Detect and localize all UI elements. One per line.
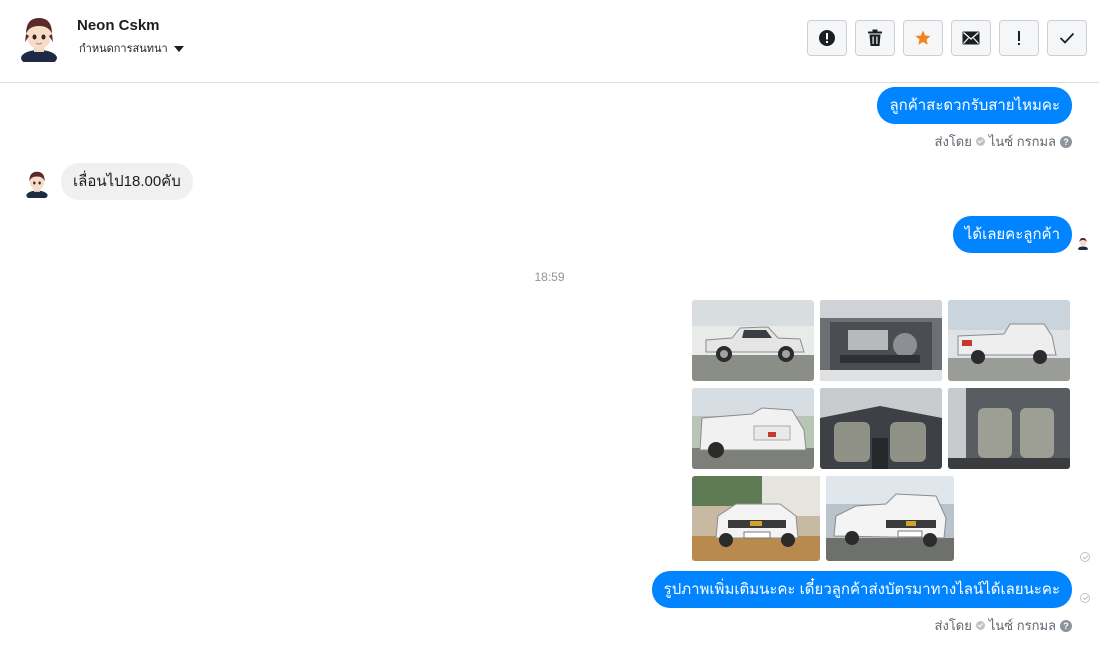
mark-unread-button[interactable] <box>951 20 991 56</box>
agent-name[interactable]: ไนซ์ กรกมล <box>989 131 1056 152</box>
photo-truck-rear <box>948 300 1070 381</box>
sent-check-icon <box>975 621 985 630</box>
star-icon <box>915 30 931 45</box>
photo-interior-front <box>820 388 942 469</box>
help-icon[interactable]: ? <box>1060 135 1072 148</box>
flag-important-button[interactable] <box>999 20 1039 56</box>
seen-avatar-icon <box>1078 237 1088 250</box>
conversation-header: Neon Cskm กำหนดการสนทนา <box>0 0 1099 83</box>
mark-done-button[interactable] <box>1047 20 1087 56</box>
report-spam-button[interactable] <box>807 20 847 56</box>
photo-truck-rear-angle <box>692 388 814 469</box>
outgoing-message[interactable]: ลูกค้าสะดวกรับสายไหมคะ <box>877 87 1072 124</box>
photo-attachment[interactable] <box>820 300 942 381</box>
message-sender-info: ส่งโดย ไนซ์ กรกมล ? <box>935 615 1072 636</box>
contact-avatar[interactable] <box>17 12 61 62</box>
envelope-icon <box>962 31 980 45</box>
delivered-check-icon <box>1080 552 1090 562</box>
photo-attachment[interactable] <box>692 476 820 561</box>
photo-attachment[interactable] <box>692 300 814 381</box>
contact-name[interactable]: Neon Cskm <box>77 17 160 34</box>
message-thread[interactable]: ลูกค้าสะดวกรับสายไหมคะ ส่งโดย ไนซ์ กรกมล… <box>0 84 1099 647</box>
photo-attachment[interactable] <box>692 388 814 469</box>
message-sender-info: ส่งโดย ไนซ์ กรกมล ? <box>935 131 1072 152</box>
alert-circle-icon <box>819 30 835 46</box>
caret-down-icon <box>173 45 184 52</box>
photo-truck-front <box>692 476 820 561</box>
check-icon <box>1059 32 1075 44</box>
sent-by-label: ส่งโดย <box>934 134 972 149</box>
outgoing-message[interactable]: ได้เลยคะลูกค้า <box>952 216 1072 253</box>
agent-name[interactable]: ไนซ์ กรกมล <box>989 615 1056 636</box>
star-button[interactable] <box>903 20 943 56</box>
photo-attachment[interactable] <box>820 388 942 469</box>
outgoing-message[interactable]: รูปภาพเพิ่มเติมนะคะ เดี๋ยวลูกค้าส่งบัตรม… <box>651 571 1072 608</box>
photo-attachment[interactable] <box>948 300 1070 381</box>
help-icon[interactable]: ? <box>1060 619 1072 632</box>
contact-avatar-small[interactable] <box>24 168 50 198</box>
photo-interior-seats <box>948 388 1070 469</box>
sent-by-label: ส่งโดย <box>934 618 972 633</box>
sent-check-icon <box>975 137 985 146</box>
conversation-toolbar <box>807 20 1087 56</box>
delete-button[interactable] <box>855 20 895 56</box>
incoming-message[interactable]: เลื่อนไป18.00คับ <box>61 163 193 200</box>
time-divider: 18:59 <box>534 270 565 284</box>
photo-engine <box>820 300 942 381</box>
trash-icon <box>868 29 882 46</box>
photo-attachment[interactable] <box>948 388 1070 469</box>
exclamation-icon <box>1018 31 1020 45</box>
delivered-check-icon <box>1080 593 1090 603</box>
photo-truck-side <box>692 300 814 381</box>
photo-truck-front-angle <box>826 476 954 561</box>
assign-label: กำหนดการสนทนา <box>79 43 168 55</box>
assign-conversation-dropdown[interactable]: กำหนดการสนทนา <box>79 39 184 57</box>
photo-attachment[interactable] <box>826 476 954 561</box>
